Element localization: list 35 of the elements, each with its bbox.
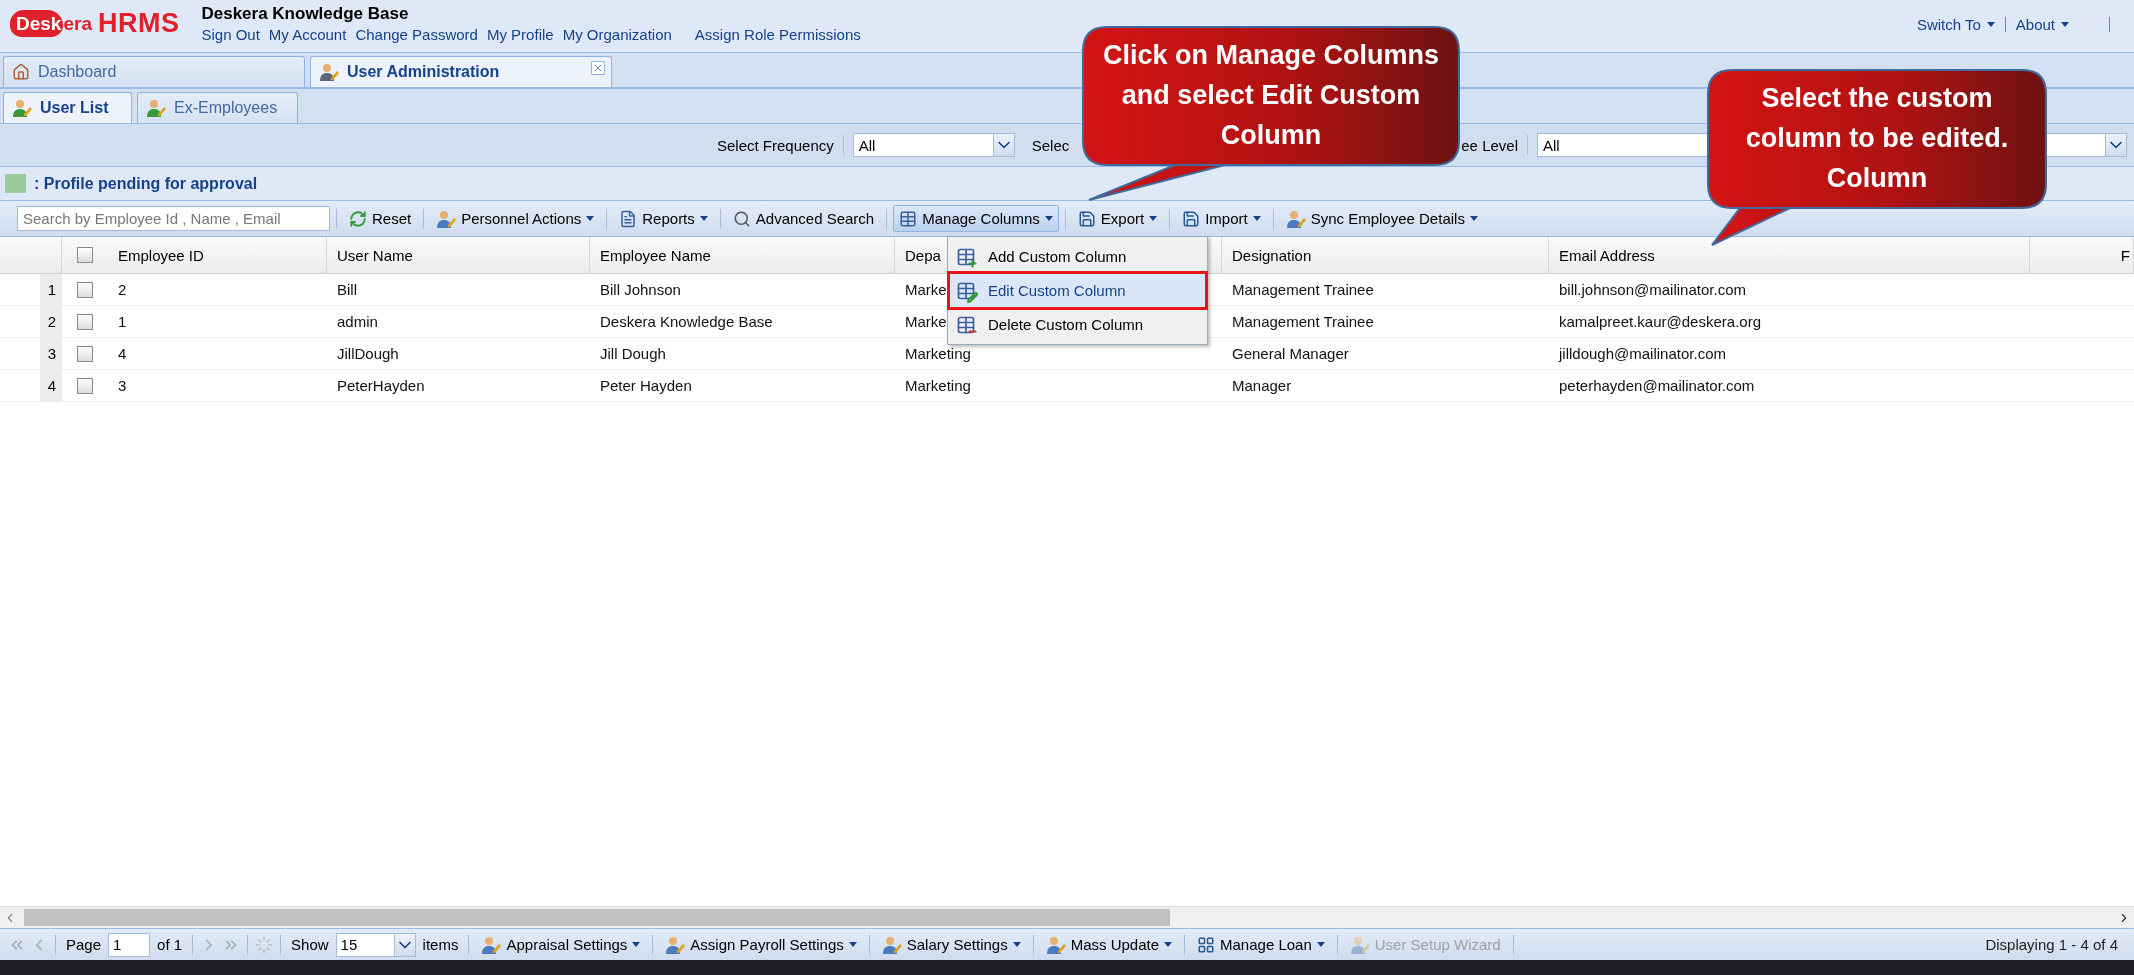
table-cell-text: 4 [118, 344, 127, 364]
items-label: items [422, 936, 459, 953]
legend-text: : Profile pending for approval [34, 174, 258, 193]
table-cell-text: General Manager [1232, 344, 1349, 364]
table-cell-text: Manager [1232, 376, 1292, 396]
table-cell-text: Deskera Knowledge Base [600, 312, 773, 332]
table-cell-text: Marke [905, 312, 947, 332]
table-cell-text: Bill [337, 280, 357, 300]
table-cell-text: 3 [118, 376, 127, 396]
table-cell-text: kamalpreet.kaur@deskera.org [1559, 312, 1761, 332]
company-name: Deskera Knowledge Base [201, 4, 410, 24]
table-cell-text: 1 [118, 312, 127, 332]
table-cell-text: 2 [118, 280, 127, 300]
status-text: Displaying 1 - 4 of 4 [1985, 936, 2118, 953]
page-count: of 1 [157, 936, 183, 953]
table-cell-text: Marketing [905, 376, 971, 396]
filter-label: Select Frequency [717, 136, 834, 154]
logo: Deskera HRMS [10, 8, 180, 39]
page-label: Page [66, 936, 102, 953]
show-label: Show [291, 936, 329, 953]
table-cell-text: Peter Hayden [600, 376, 692, 396]
table-cell-text: PeterHayden [337, 376, 425, 396]
table-cell-text: Management Trainee [1232, 280, 1374, 300]
table-cell-text: Bill Johnson [600, 280, 681, 300]
table-cell-text: Marketing [905, 344, 971, 364]
table-cell-text: admin [337, 312, 378, 332]
table-cell-text: Management Trainee [1232, 312, 1374, 332]
table-cell-text: peterhayden@mailinator.com [1559, 376, 1755, 396]
filter-label: ee Level [1461, 136, 1518, 154]
table-cell-text: bill.johnson@mailinator.com [1559, 280, 1746, 300]
table-cell-text: jilldough@mailinator.com [1559, 344, 1726, 364]
table-cell-text: Marke [905, 280, 947, 300]
table-cell-text: Jill Dough [600, 344, 666, 364]
table-cell-text: JillDough [337, 344, 399, 364]
filter-label: Selec [1031, 136, 1070, 154]
